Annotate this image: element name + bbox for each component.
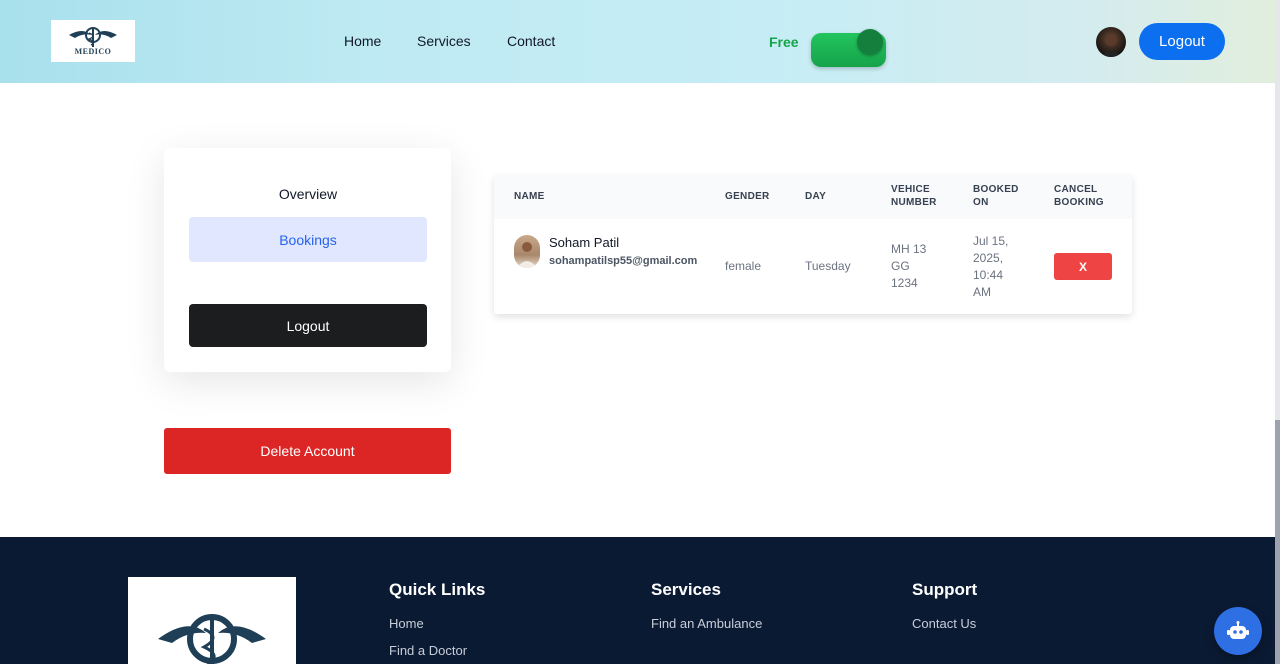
user-photo-icon (1100, 34, 1122, 57)
nav-services[interactable]: Services (417, 33, 471, 49)
account-sidebar: Overview Bookings Logout (164, 148, 451, 372)
column-header-day: DAY (805, 191, 827, 202)
footer-link-home[interactable]: Home (389, 616, 424, 631)
column-header-vehicle: VEHICE NUMBER (891, 183, 937, 209)
site-footer: Quick Links Home Find a Doctor Services … (0, 537, 1275, 664)
delete-account-button[interactable]: Delete Account (164, 428, 451, 474)
footer-services-title: Services (651, 580, 721, 599)
column-header-cancel-line1: CANCEL (1054, 184, 1098, 195)
column-header-cancel: CANCEL BOOKING (1054, 183, 1104, 209)
cell-vehicle-number: MH 13 GG 1234 (891, 241, 926, 292)
avatar[interactable] (1096, 27, 1126, 57)
booked-line-1: Jul 15, (973, 234, 1009, 248)
medico-logo[interactable]: MEDICO (51, 20, 135, 62)
cell-booked-on: Jul 15, 2025, 10:44 AM (973, 233, 1008, 301)
plan-toggle[interactable] (811, 29, 886, 67)
column-header-vehicle-line2: NUMBER (891, 197, 937, 208)
header-logout-button[interactable]: Logout (1139, 23, 1225, 60)
cell-gender: female (725, 259, 762, 273)
sidebar-item-overview[interactable]: Overview (189, 171, 427, 216)
nav-contact[interactable]: Contact (507, 33, 555, 49)
sidebar-logout-button[interactable]: Logout (189, 304, 427, 347)
chatbot-button[interactable] (1214, 607, 1262, 655)
footer-link-find-doctor[interactable]: Find a Doctor (389, 643, 467, 658)
column-header-booked-on: BOOKED ON (973, 183, 1019, 209)
logo-text: MEDICO (74, 47, 112, 56)
nav-home[interactable]: Home (344, 33, 381, 49)
vehicle-line-1: MH 13 (891, 242, 927, 256)
patient-photo-icon (517, 242, 537, 268)
robot-icon (1227, 621, 1249, 639)
column-header-vehicle-line1: VEHICE (891, 184, 931, 195)
footer-quick-links-title: Quick Links (389, 580, 486, 599)
toggle-knob (857, 29, 883, 55)
booked-line-3: 10:44 (973, 268, 1004, 282)
booked-line-4: AM (973, 285, 991, 299)
footer-link-find-ambulance[interactable]: Find an Ambulance (651, 616, 762, 631)
patient-name: Soham Patil (549, 235, 620, 250)
plan-label: Free (769, 34, 799, 50)
table-header: NAME GENDER DAY VEHICE NUMBER BOOKED ON … (494, 175, 1132, 219)
cell-day: Tuesday (805, 259, 851, 273)
column-header-booked-line1: BOOKED (973, 184, 1019, 195)
column-header-gender: GENDER (725, 191, 770, 202)
cancel-booking-button[interactable]: X (1054, 253, 1112, 280)
bookings-table: NAME GENDER DAY VEHICE NUMBER BOOKED ON … (494, 175, 1132, 314)
patient-email: sohampatilsp55@gmail.com (549, 255, 698, 267)
column-header-name: NAME (514, 191, 545, 202)
column-header-cancel-line2: BOOKING (1054, 197, 1104, 208)
caduceus-logo-icon (158, 614, 266, 664)
footer-link-contact-us[interactable]: Contact Us (912, 616, 976, 631)
scrollbar-thumb[interactable] (1275, 420, 1280, 664)
footer-support-title: Support (912, 580, 978, 599)
column-header-booked-line2: ON (973, 197, 989, 208)
sidebar-item-bookings[interactable]: Bookings (189, 217, 427, 262)
vehicle-line-2: GG (891, 259, 910, 273)
booked-line-2: 2025, (973, 251, 1004, 265)
vehicle-line-3: 1234 (891, 276, 918, 290)
top-navbar: MEDICO Home Services Contact Free Logout (0, 0, 1280, 83)
footer-logo[interactable] (128, 577, 296, 664)
patient-avatar (514, 235, 540, 268)
